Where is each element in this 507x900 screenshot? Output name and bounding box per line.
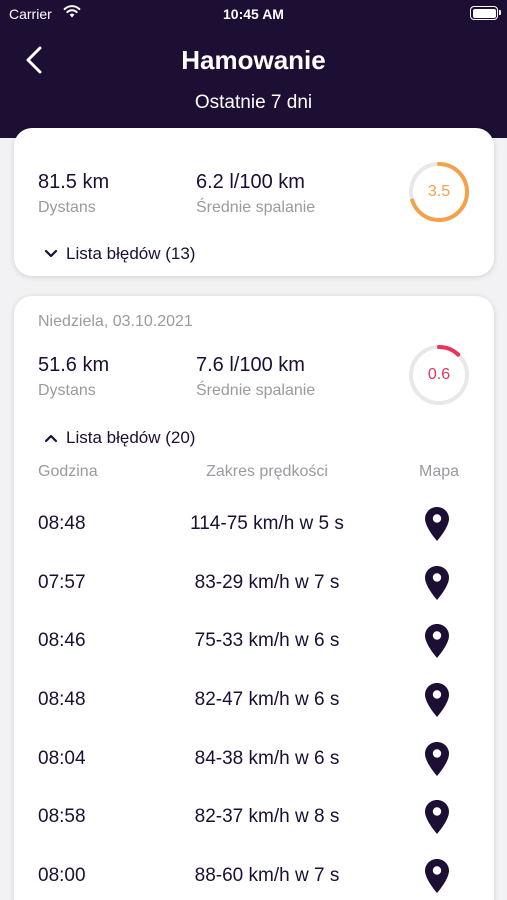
distance-label: Dystans xyxy=(38,199,96,216)
chevron-down-icon xyxy=(44,249,58,258)
error-list-toggle[interactable]: Lista błędów (20) xyxy=(44,427,195,449)
table-row: 08:48 114-75 km/h w 5 s xyxy=(14,500,494,548)
map-pin-icon[interactable] xyxy=(424,858,450,894)
trip-date: Niedziela, 03.10.2021 xyxy=(38,313,193,330)
distance-value: 51.6 km xyxy=(38,354,110,376)
table-row: 08:04 84-38 km/h w 6 s xyxy=(14,735,494,783)
event-time: 07:57 xyxy=(38,572,86,593)
column-header-time: Godzina xyxy=(38,463,98,480)
column-header-map: Mapa xyxy=(418,463,460,480)
event-speed-range: 75-33 km/h w 6 s xyxy=(194,630,340,651)
status-bar: Carrier 10:45 AM xyxy=(0,0,507,28)
event-speed-range: 114-75 km/h w 5 s xyxy=(190,513,344,534)
error-list-toggle[interactable]: Lista błędów (13) xyxy=(44,243,195,265)
event-speed-range: 88-60 km/h w 7 s xyxy=(194,865,340,886)
fuel-value: 7.6 l/100 km xyxy=(196,354,305,376)
event-time: 08:46 xyxy=(38,630,86,651)
table-row: 08:58 82-37 km/h w 8 s xyxy=(14,793,494,841)
score-value: 0.6 xyxy=(427,366,451,383)
event-time: 08:00 xyxy=(38,865,86,886)
error-list-label: Lista błędów (13) xyxy=(66,244,196,263)
header: Carrier 10:45 AM Hamowanie Ostatnie 7 dn… xyxy=(0,0,507,138)
trip-card: 81.5 km Dystans 6.2 l/100 km Średnie spa… xyxy=(14,128,494,276)
event-speed-range: 83-29 km/h w 7 s xyxy=(194,572,340,593)
period-subtitle: Ostatnie 7 dni xyxy=(194,92,313,113)
distance-value: 81.5 km xyxy=(38,171,110,193)
table-row: 08:46 75-33 km/h w 6 s xyxy=(14,617,494,665)
clock: 10:45 AM xyxy=(223,6,284,22)
event-time: 08:04 xyxy=(38,748,86,769)
event-time: 08:48 xyxy=(38,689,86,710)
score-value: 3.5 xyxy=(427,183,451,200)
event-speed-range: 82-37 km/h w 8 s xyxy=(194,806,340,827)
fuel-label: Średnie spalanie xyxy=(196,382,316,399)
map-pin-icon[interactable] xyxy=(424,623,450,659)
event-speed-range: 82-47 km/h w 6 s xyxy=(194,689,340,710)
event-time: 08:48 xyxy=(38,513,86,534)
table-row: 07:57 83-29 km/h w 7 s xyxy=(14,559,494,607)
fuel-value: 6.2 l/100 km xyxy=(196,171,305,193)
event-time: 08:58 xyxy=(38,806,86,827)
map-pin-icon[interactable] xyxy=(424,799,450,835)
battery-icon xyxy=(470,6,501,20)
map-pin-icon[interactable] xyxy=(424,565,450,601)
map-pin-icon[interactable] xyxy=(424,506,450,542)
table-row: 08:00 88-60 km/h w 7 s xyxy=(14,852,494,900)
score-gauge: 0.6 xyxy=(407,343,471,407)
score-gauge: 3.5 xyxy=(407,160,471,224)
column-header-speed-range: Zakres prędkości xyxy=(206,463,328,480)
distance-label: Dystans xyxy=(38,382,96,399)
event-speed-range: 84-38 km/h w 6 s xyxy=(194,748,340,769)
map-pin-icon[interactable] xyxy=(424,682,450,718)
map-pin-icon[interactable] xyxy=(424,741,450,777)
table-row: 08:48 82-47 km/h w 6 s xyxy=(14,676,494,724)
fuel-label: Średnie spalanie xyxy=(196,199,316,216)
page-title: Hamowanie xyxy=(181,45,326,75)
chevron-up-icon xyxy=(44,434,58,443)
trip-card: Niedziela, 03.10.2021 51.6 km Dystans 7.… xyxy=(14,296,494,900)
error-list-label: Lista błędów (20) xyxy=(66,428,196,447)
